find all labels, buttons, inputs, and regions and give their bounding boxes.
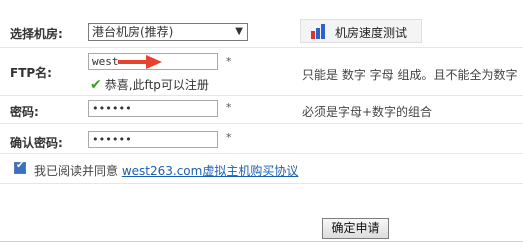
confirm-required-star: *	[226, 131, 232, 144]
ftp-label: FTP名:	[10, 66, 52, 80]
password-hint: 必须是字母+数字的组合	[302, 105, 433, 119]
confirm-password-value: ••••••	[92, 133, 132, 146]
password-row	[0, 95, 523, 124]
chevron-down-icon[interactable]: ▼	[235, 24, 243, 40]
check-icon: ✔	[90, 77, 102, 93]
confirm-label: 确认密码:	[10, 136, 63, 150]
password-input[interactable]: ••••••	[88, 100, 218, 117]
password-value: ••••••	[92, 102, 132, 115]
bar-chart-icon	[311, 24, 327, 39]
agreement-row	[0, 153, 523, 184]
ftp-required-star: *	[226, 55, 232, 68]
password-required-star: *	[226, 101, 232, 114]
ftp-success-message: ✔ 恭喜,此ftp可以注册	[90, 76, 209, 93]
room-select-value: 港台机房(推荐)	[92, 25, 174, 39]
arrow-pointer-icon	[118, 55, 162, 72]
password-label: 密码:	[10, 105, 39, 119]
speed-test-label: 机房速度测试	[335, 26, 408, 40]
speed-test-button[interactable]: 机房速度测试	[300, 19, 422, 43]
confirm-password-input[interactable]: ••••••	[88, 131, 218, 148]
room-label: 选择机房:	[10, 27, 63, 41]
confirm-row	[0, 123, 523, 154]
submit-button[interactable]: 确定申请	[322, 218, 389, 239]
room-select[interactable]: 港台机房(推荐) ▼	[88, 23, 248, 41]
ftp-success-text: 恭喜,此ftp可以注册	[104, 78, 209, 92]
room-row	[0, 15, 523, 48]
ftp-hint: 只能是 数字 字母 组成。且不能全为数字	[302, 68, 518, 82]
ftp-name-value: west	[92, 55, 119, 68]
bottom-divider	[0, 241, 523, 242]
